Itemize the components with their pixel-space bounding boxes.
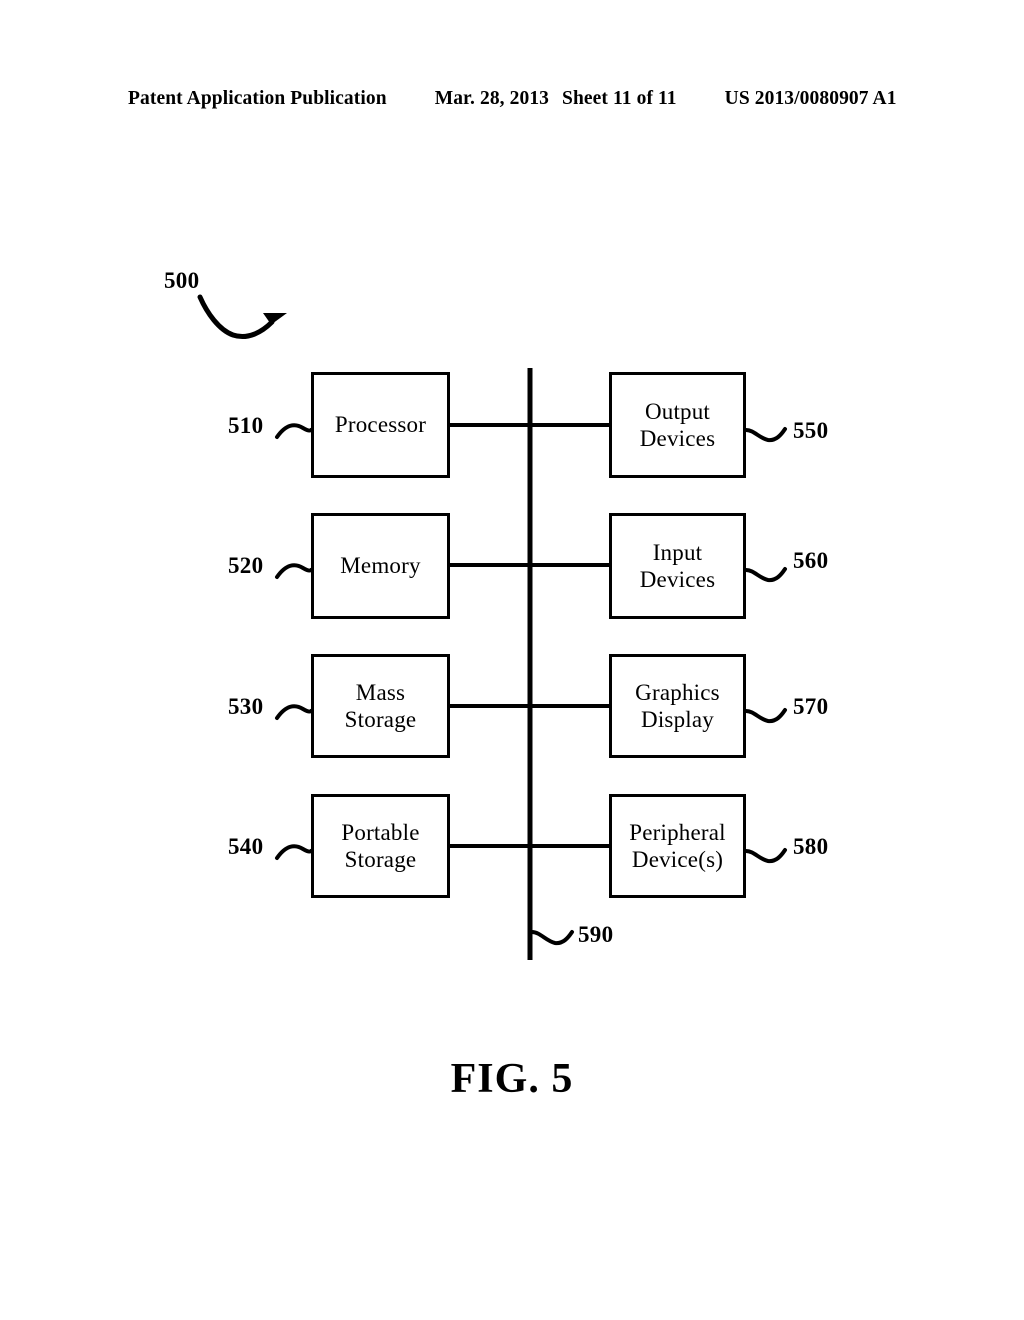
reference-numeral-570: 570 [793, 694, 829, 719]
block-peripheral-devices[interactable]: Peripheral Device(s) [609, 794, 746, 898]
block-processor-label: Processor [334, 412, 427, 438]
block-output-devices-label: Output Devices [639, 398, 716, 451]
system-reference-numeral: 500 [164, 268, 200, 293]
figure-5-diagram: 500 Processor Memory Mass Storage Portab… [0, 0, 1024, 1320]
reference-numeral-560: 560 [793, 548, 829, 573]
reference-numeral-550: 550 [793, 418, 829, 443]
block-portable-storage[interactable]: Portable Storage [311, 794, 450, 898]
right-reference-leaders [744, 427, 787, 864]
block-peripheral-devices-label: Peripheral Device(s) [629, 819, 726, 872]
reference-numeral-540: 540 [228, 834, 264, 859]
reference-numeral-580: 580 [793, 834, 829, 859]
block-portable-storage-label: Portable Storage [341, 819, 420, 872]
block-input-devices-label: Input Devices [639, 539, 716, 592]
left-reference-leaders [275, 423, 313, 860]
reference-numeral-530: 530 [228, 694, 264, 719]
block-memory[interactable]: Memory [311, 513, 450, 619]
system-lead-arrow [197, 294, 287, 339]
block-graphics-display[interactable]: Graphics Display [609, 654, 746, 758]
figure-vector-layer [197, 294, 787, 960]
block-input-devices[interactable]: Input Devices [609, 513, 746, 619]
figure-caption: FIG. 5 [450, 1056, 574, 1102]
reference-numeral-590: 590 [578, 922, 614, 947]
reference-numeral-510: 510 [228, 413, 264, 438]
block-output-devices[interactable]: Output Devices [609, 372, 746, 478]
block-processor[interactable]: Processor [311, 372, 450, 478]
bus-reference-leader [530, 930, 574, 946]
block-mass-storage-label: Mass Storage [344, 679, 417, 732]
block-graphics-display-label: Graphics Display [635, 679, 720, 732]
reference-numeral-520: 520 [228, 553, 264, 578]
block-mass-storage[interactable]: Mass Storage [311, 654, 450, 758]
block-memory-label: Memory [340, 553, 421, 579]
